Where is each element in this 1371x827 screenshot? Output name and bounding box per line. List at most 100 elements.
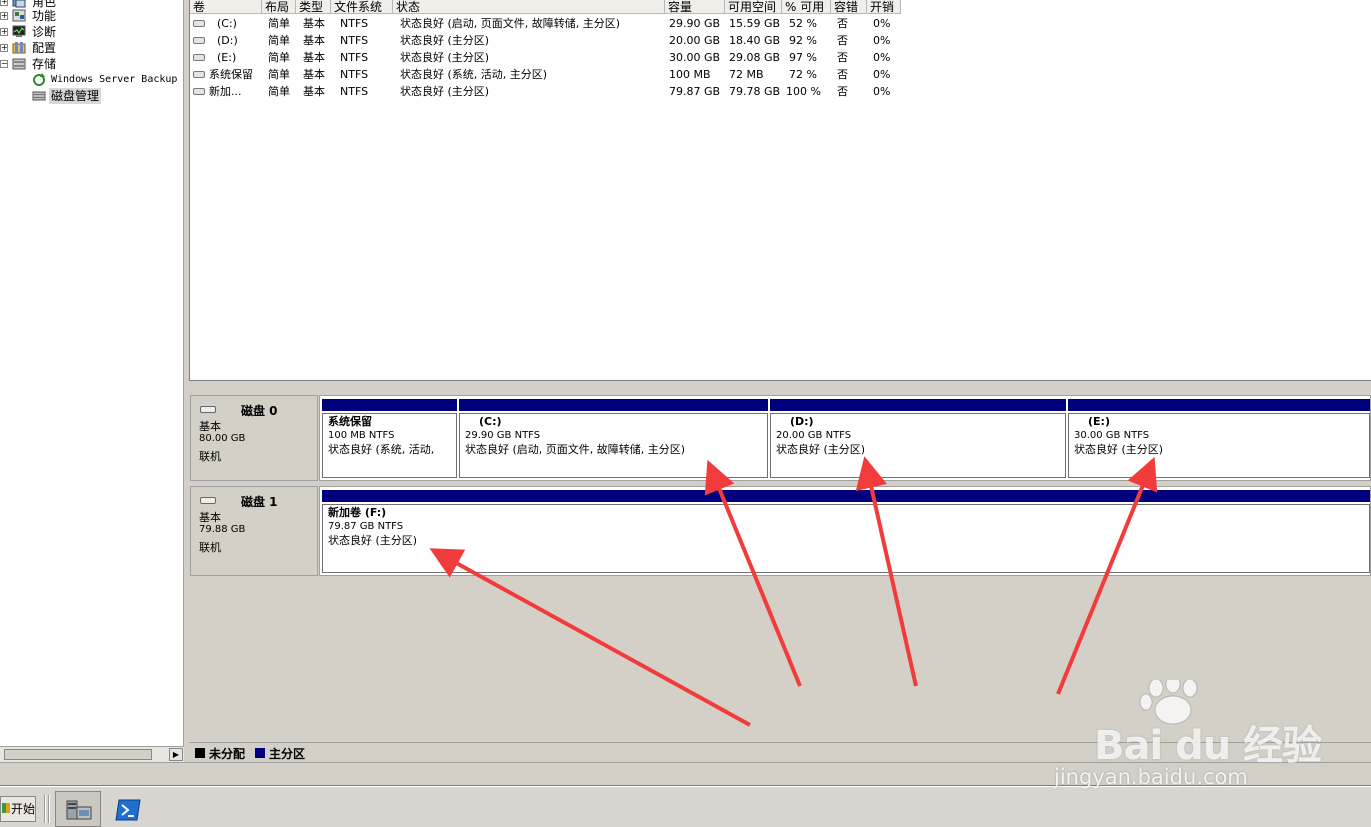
expand-icon[interactable]: + bbox=[0, 44, 8, 52]
cell-fault-tolerance: 否 bbox=[837, 68, 848, 81]
disk-management-icon bbox=[32, 91, 46, 101]
partition-size: 30.00 GB NTFS bbox=[1074, 430, 1150, 441]
column-header-layout[interactable]: 布局 bbox=[262, 0, 296, 14]
column-header-filesystem[interactable]: 文件系统 bbox=[331, 0, 393, 14]
cell-type: 基本 bbox=[303, 85, 325, 98]
cell-capacity: 29.90 GB bbox=[669, 17, 721, 30]
partition-name: (E:) bbox=[1088, 415, 1110, 428]
volume-list: 卷 布局 类型 文件系统 状态 容量 可用空间 % 可用 容错 开销 (C:) … bbox=[189, 0, 1371, 380]
cell-percent-free: 97 % bbox=[789, 51, 817, 64]
cell-filesystem: NTFS bbox=[340, 34, 369, 47]
taskbar-server-manager-button[interactable] bbox=[55, 791, 101, 827]
partition-c[interactable]: (C:) 29.90 GB NTFS 状态良好 (启动, 页面文件, 故障转储,… bbox=[457, 396, 768, 480]
collapse-icon[interactable]: − bbox=[0, 60, 8, 68]
partition-size: 20.00 GB NTFS bbox=[776, 430, 852, 441]
tree-item-label: 配置 bbox=[32, 41, 57, 55]
partition-status: 状态良好 (主分区) bbox=[1074, 443, 1164, 456]
column-header-capacity[interactable]: 容量 bbox=[665, 0, 725, 14]
partition-d[interactable]: (D:) 20.00 GB NTFS 状态良好 (主分区) bbox=[768, 396, 1066, 480]
start-label: 开始 bbox=[11, 802, 36, 816]
cell-overhead: 0% bbox=[873, 17, 891, 30]
expand-icon[interactable]: + bbox=[0, 12, 8, 20]
legend-unallocated-swatch bbox=[195, 748, 205, 758]
cell-status: 状态良好 (主分区) bbox=[400, 85, 490, 98]
column-header-fault-tolerance[interactable]: 容错 bbox=[831, 0, 867, 14]
column-header-free-space[interactable]: 可用空间 bbox=[725, 0, 782, 14]
column-header-percent-free[interactable]: % 可用 bbox=[782, 0, 831, 14]
legend-primary-label: 主分区 bbox=[269, 747, 306, 761]
partition-name: (D:) bbox=[790, 415, 814, 428]
taskbar-separator bbox=[48, 795, 50, 823]
cell-fault-tolerance: 否 bbox=[837, 34, 848, 47]
cell-volume: 新加... bbox=[209, 85, 242, 98]
disk-1-partitions: 新加卷 (F:) 79.87 GB NTFS 状态良好 (主分区) bbox=[319, 486, 1371, 576]
table-row[interactable]: 新加... 简单 基本 NTFS 状态良好 (主分区) 79.87 GB 79.… bbox=[190, 83, 890, 100]
scroll-right-arrow-icon[interactable]: ▶ bbox=[169, 748, 183, 761]
cell-free-space: 72 MB bbox=[729, 68, 764, 81]
partition-f[interactable]: 新加卷 (F:) 79.87 GB NTFS 状态良好 (主分区) bbox=[320, 487, 1370, 575]
cell-overhead: 0% bbox=[873, 51, 891, 64]
column-header-type[interactable]: 类型 bbox=[296, 0, 331, 14]
cell-overhead: 0% bbox=[873, 68, 891, 81]
expand-icon[interactable]: + bbox=[0, 0, 8, 6]
cell-volume: (D:) bbox=[217, 34, 238, 47]
cell-layout: 简单 bbox=[268, 17, 290, 30]
partition-body: 新加卷 (F:) 79.87 GB NTFS 状态良好 (主分区) bbox=[322, 504, 1370, 573]
disk-title: 磁盘 1 bbox=[241, 495, 278, 509]
disk-0-label[interactable]: 磁盘 0 基本 80.00 GB 联机 bbox=[190, 395, 318, 481]
partition-size: 79.87 GB NTFS bbox=[328, 521, 404, 532]
windows-flag-icon bbox=[2, 803, 10, 813]
disk-size: 80.00 GB bbox=[199, 433, 246, 444]
cell-layout: 简单 bbox=[268, 85, 290, 98]
table-row[interactable]: (D:) 简单 基本 NTFS 状态良好 (主分区) 20.00 GB 18.4… bbox=[190, 32, 890, 49]
cell-status: 状态良好 (启动, 页面文件, 故障转储, 主分区) bbox=[400, 17, 621, 30]
tree-horizontal-scrollbar[interactable]: ▶ bbox=[0, 746, 184, 762]
table-row[interactable]: (E:) 简单 基本 NTFS 状态良好 (主分区) 30.00 GB 29.0… bbox=[190, 49, 890, 66]
table-row[interactable]: 系统保留 简单 基本 NTFS 状态良好 (系统, 活动, 主分区) 100 M… bbox=[190, 66, 890, 83]
tree-item-label: 磁盘管理 bbox=[49, 88, 102, 104]
cell-fault-tolerance: 否 bbox=[837, 51, 848, 64]
column-header-overhead[interactable]: 开销 bbox=[867, 0, 901, 14]
scrollbar-thumb[interactable] bbox=[4, 749, 152, 760]
powershell-icon bbox=[115, 799, 141, 821]
watermark-url: jingyan.baidu.com bbox=[1054, 765, 1248, 789]
table-row[interactable]: (C:) 简单 基本 NTFS 状态良好 (启动, 页面文件, 故障转储, 主分… bbox=[190, 15, 890, 32]
cell-capacity: 30.00 GB bbox=[669, 51, 721, 64]
cell-percent-free: 92 % bbox=[789, 34, 817, 47]
partition-system-reserved[interactable]: 系统保留 100 MB NTFS 状态良好 (系统, 活动, bbox=[320, 396, 457, 480]
disk-type: 基本 bbox=[199, 420, 221, 433]
partition-name: (C:) bbox=[479, 415, 502, 428]
cell-type: 基本 bbox=[303, 68, 325, 81]
partition-body: (E:) 30.00 GB NTFS 状态良好 (主分区) bbox=[1068, 413, 1370, 478]
cell-status: 状态良好 (主分区) bbox=[400, 34, 490, 47]
column-header-volume[interactable]: 卷 bbox=[190, 0, 262, 14]
navigation-tree: + 角色 + 功能 + 诊断 + 配置 − 存储 Windows Server … bbox=[0, 0, 184, 746]
partition-body: 系统保留 100 MB NTFS 状态良好 (系统, 活动, bbox=[322, 413, 457, 478]
cell-free-space: 18.40 GB bbox=[729, 34, 781, 47]
tree-item-label: 功能 bbox=[32, 9, 57, 23]
cell-status: 状态良好 (主分区) bbox=[400, 51, 490, 64]
storage-icon bbox=[12, 58, 26, 70]
tree-item-label: 诊断 bbox=[32, 25, 57, 39]
backup-icon bbox=[33, 73, 45, 86]
partition-size: 29.90 GB NTFS bbox=[465, 430, 541, 441]
taskbar-powershell-button[interactable] bbox=[105, 791, 151, 827]
cell-fault-tolerance: 否 bbox=[837, 17, 848, 30]
pane-divider[interactable] bbox=[189, 380, 1371, 392]
start-button[interactable]: 开始 bbox=[0, 796, 36, 822]
column-header-status[interactable]: 状态 bbox=[393, 0, 665, 14]
disk-size: 79.88 GB bbox=[199, 524, 246, 535]
cell-filesystem: NTFS bbox=[340, 68, 369, 81]
cell-capacity: 100 MB bbox=[669, 68, 711, 81]
volume-drive-icon bbox=[193, 88, 205, 95]
expand-icon[interactable]: + bbox=[0, 28, 8, 36]
cell-filesystem: NTFS bbox=[340, 17, 369, 30]
partition-name: 系统保留 bbox=[328, 415, 372, 428]
partition-size: 100 MB NTFS bbox=[328, 430, 395, 441]
partition-e[interactable]: (E:) 30.00 GB NTFS 状态良好 (主分区) bbox=[1066, 396, 1370, 480]
cell-free-space: 15.59 GB bbox=[729, 17, 781, 30]
disk-drive-icon bbox=[200, 406, 216, 413]
disk-status: 联机 bbox=[199, 541, 221, 554]
server-manager-icon bbox=[66, 800, 92, 820]
disk-1-label[interactable]: 磁盘 1 基本 79.88 GB 联机 bbox=[190, 486, 318, 576]
